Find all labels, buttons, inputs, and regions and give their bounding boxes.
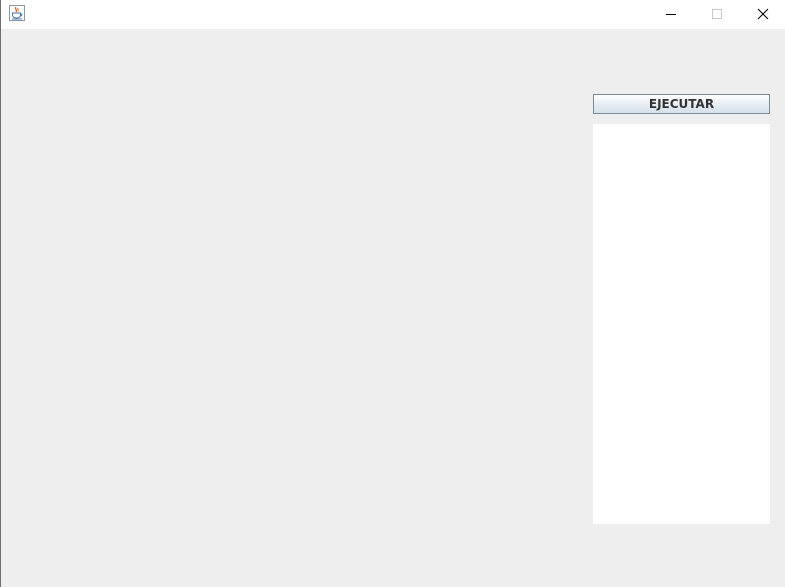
run-button[interactable]: EJECUTAR bbox=[593, 94, 770, 114]
content-pane: EJECUTAR bbox=[1, 29, 785, 587]
minimize-button[interactable] bbox=[648, 0, 694, 29]
maximize-button[interactable] bbox=[694, 0, 740, 29]
maximize-icon bbox=[711, 5, 723, 24]
close-icon bbox=[757, 5, 769, 24]
app-window: EJECUTAR bbox=[0, 0, 785, 587]
java-coffee-cup-icon[interactable] bbox=[9, 5, 25, 21]
minimize-icon bbox=[665, 5, 677, 24]
title-bar[interactable] bbox=[1, 0, 785, 29]
close-button[interactable] bbox=[740, 0, 785, 29]
output-text-area[interactable] bbox=[593, 124, 770, 524]
